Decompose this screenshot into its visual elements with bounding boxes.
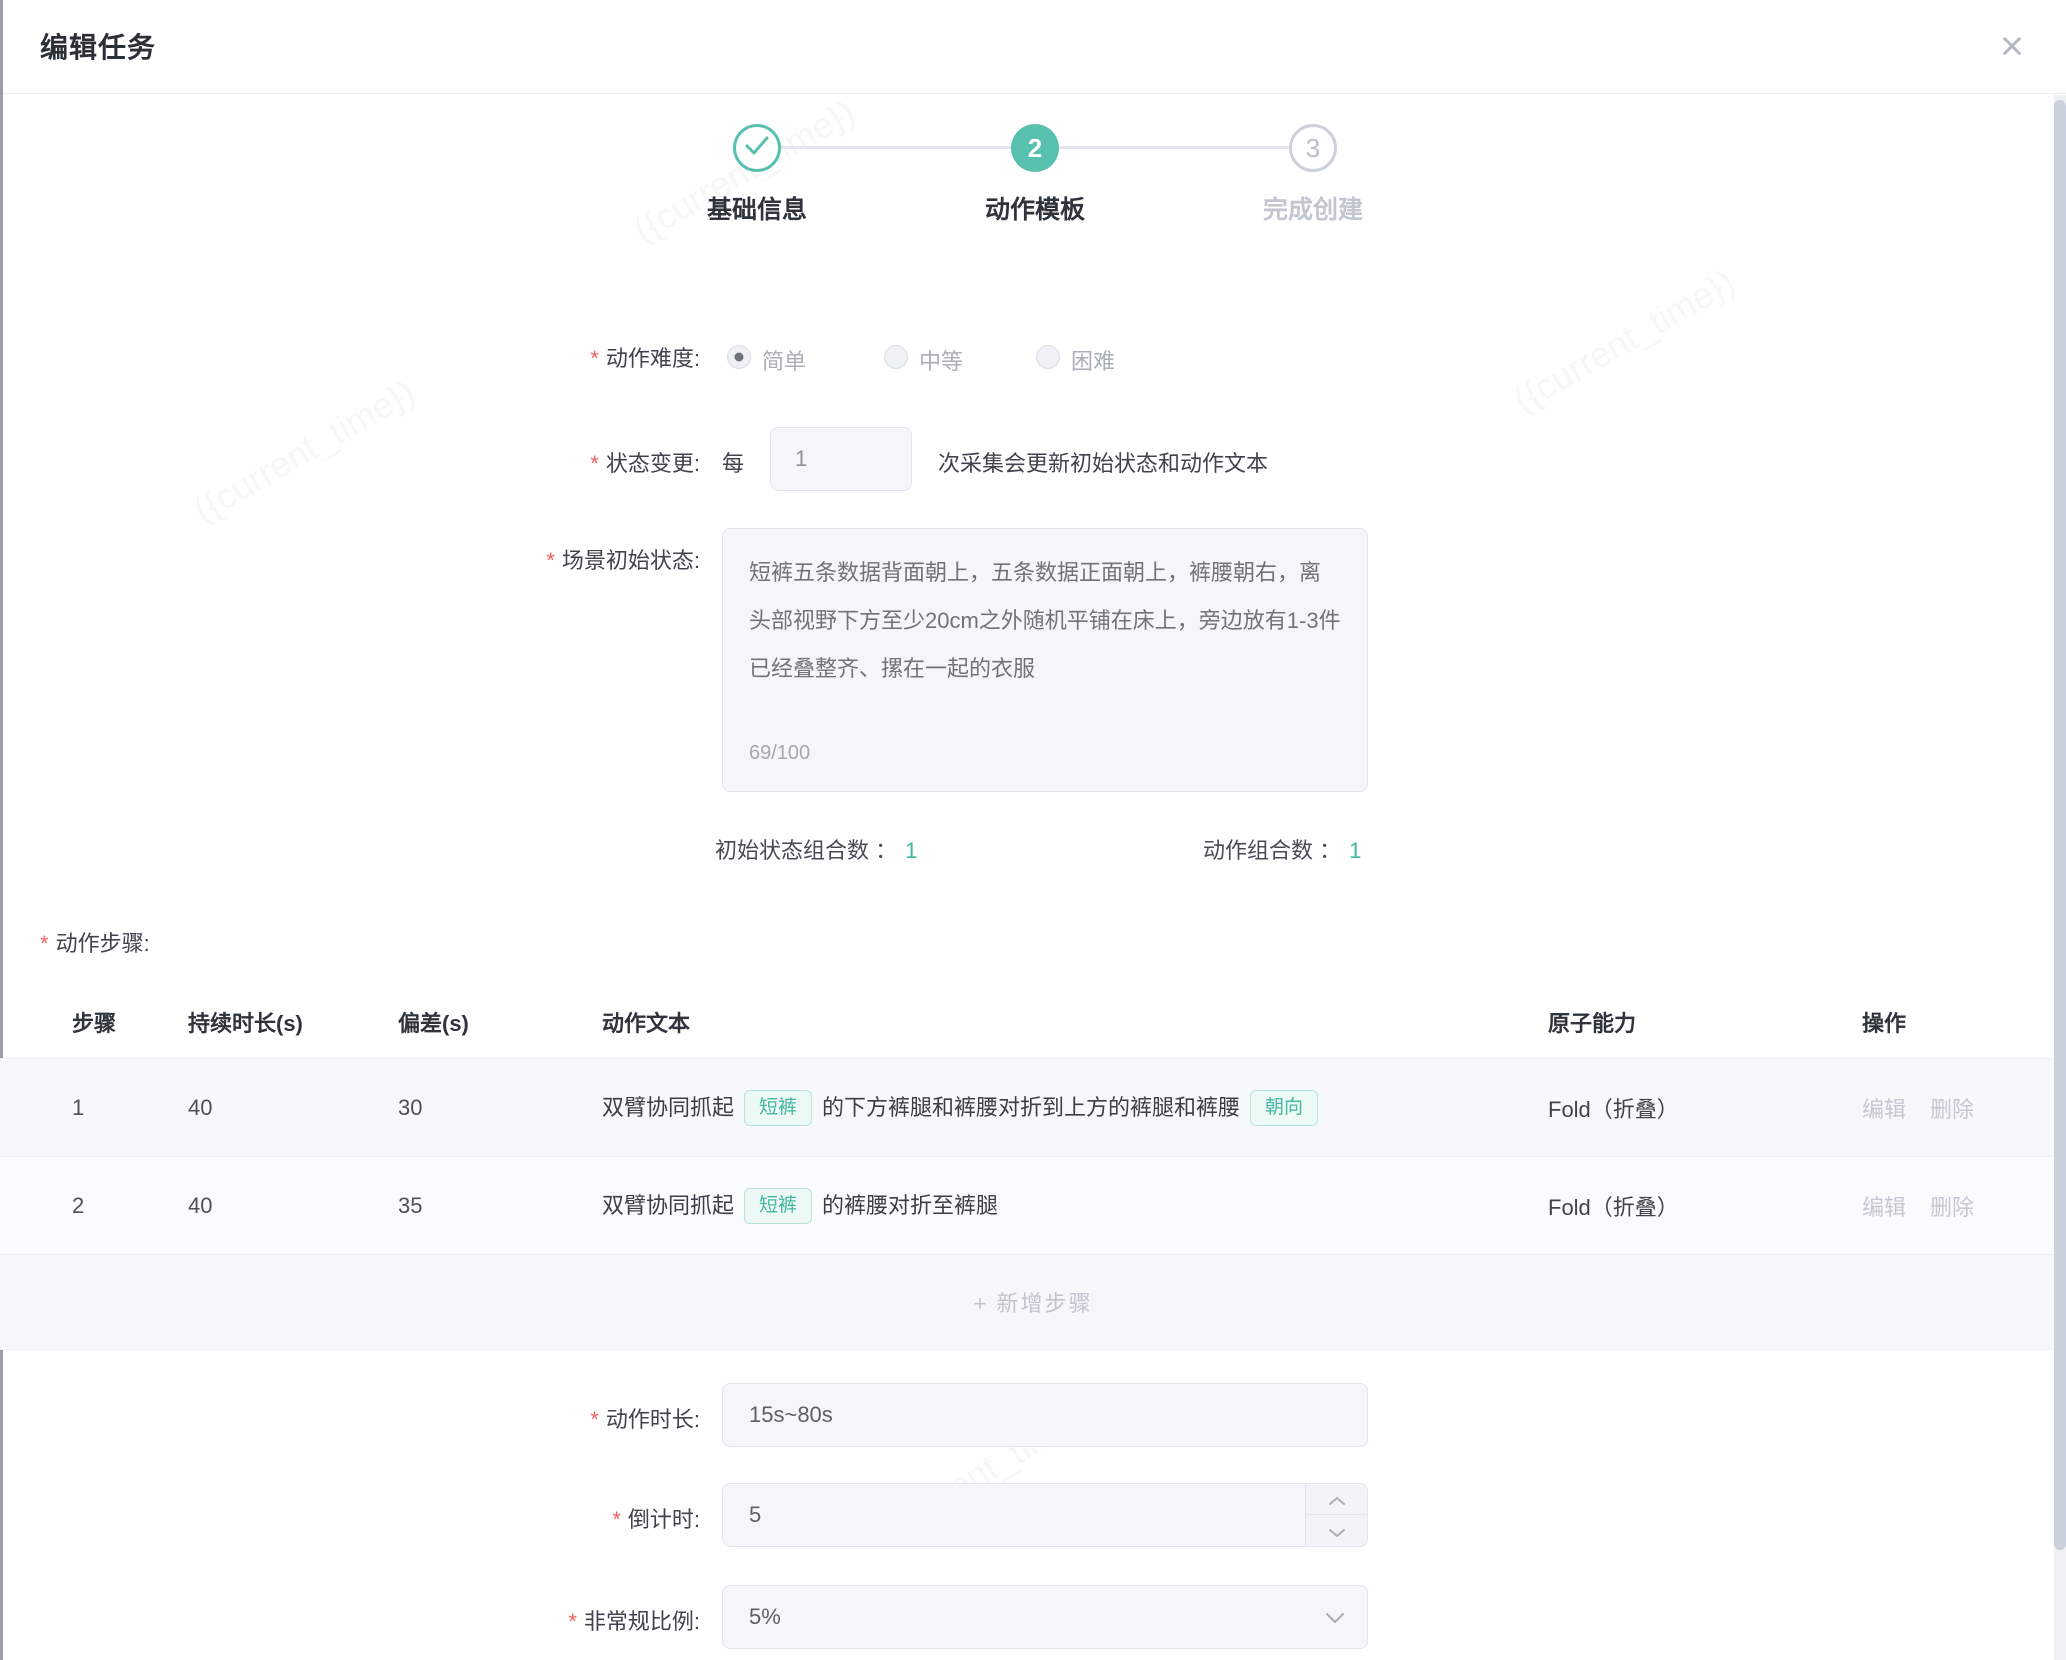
orientation-tag: 朝向	[1250, 1090, 1318, 1126]
dialog-header: 编辑任务 ×	[0, 0, 2066, 94]
increment-button[interactable]	[1306, 1484, 1367, 1515]
chevron-down-icon	[1325, 1604, 1345, 1630]
cell-action-text: 双臂协同抓起短裤的裤腰对折至裤腿	[602, 1188, 998, 1224]
char-counter: 69/100	[749, 729, 810, 777]
cell-deviation: 35	[398, 1193, 422, 1219]
radio-hard[interactable]	[1036, 345, 1060, 369]
initial-state-textarea[interactable]: 短裤五条数据背面朝上，五条数据正面朝上，裤腰朝右，离头部视野下方至少20cm之外…	[722, 528, 1368, 792]
step-2-circle[interactable]: 2	[1011, 124, 1059, 172]
radio-easy[interactable]	[727, 345, 751, 369]
action-combo-value: 1	[1349, 838, 1361, 863]
cell-deviation: 30	[398, 1095, 422, 1121]
action-combo-count: 动作组合数 ：1	[1203, 833, 1361, 865]
initial-state-text: 短裤五条数据背面朝上，五条数据正面朝上，裤腰朝右，离头部视野下方至少20cm之外…	[749, 560, 1341, 681]
required-marker: *	[40, 931, 49, 956]
state-change-suffix: 次采集会更新初始状态和动作文本	[938, 448, 1268, 480]
step-1-circle[interactable]	[733, 124, 781, 172]
step-3-label: 完成创建	[1193, 190, 1433, 226]
cell-ability: Fold（折叠）	[1548, 1190, 1679, 1222]
initial-combo-count: 初始状态组合数 ：1	[715, 833, 917, 865]
required-marker: *	[590, 1407, 599, 1432]
required-marker: *	[612, 1507, 621, 1532]
state-change-input[interactable]: 1	[770, 427, 912, 491]
state-change-prefix: 每	[722, 448, 744, 480]
step-2-label: 动作模板	[915, 190, 1155, 226]
difficulty-label: *动作难度:	[0, 343, 700, 375]
header-duration: 持续时长(s)	[188, 1006, 303, 1038]
scrollbar-thumb[interactable]	[2054, 100, 2066, 1550]
step-connector	[1059, 146, 1289, 149]
table-row: 2 40 35 双臂协同抓起短裤的裤腰对折至裤腿 Fold（折叠） 编辑删除	[0, 1156, 2066, 1255]
table-header: 步骤 持续时长(s) 偏差(s) 动作文本 原子能力 操作	[0, 985, 2066, 1058]
radio-medium-label[interactable]: 中等	[919, 344, 963, 376]
radio-hard-label[interactable]: 困难	[1071, 344, 1115, 376]
initial-combo-value: 1	[905, 838, 917, 863]
chevron-up-icon	[1328, 1486, 1346, 1512]
radio-selected-dot	[735, 353, 744, 362]
duration-label: *动作时长:	[0, 1404, 700, 1436]
object-tag: 短裤	[744, 1090, 812, 1126]
header-step: 步骤	[72, 1006, 116, 1038]
header-ability: 原子能力	[1548, 1006, 1636, 1038]
delete-link[interactable]: 删除	[1930, 1097, 1974, 1122]
step-connector	[781, 146, 1011, 149]
delete-link[interactable]: 删除	[1930, 1195, 1974, 1220]
cell-operations: 编辑删除	[1862, 1092, 1974, 1124]
initial-state-label: *场景初始状态:	[0, 545, 700, 577]
chevron-down-icon	[1328, 1518, 1346, 1544]
cell-operations: 编辑删除	[1862, 1190, 1974, 1222]
cell-duration: 40	[188, 1193, 212, 1219]
cell-step: 2	[72, 1193, 84, 1219]
decrement-button[interactable]	[1306, 1515, 1367, 1546]
step-3-number: 3	[1306, 133, 1320, 164]
close-icon[interactable]: ×	[1984, 18, 2040, 74]
watermark-text: ({current_time})	[1506, 261, 1742, 421]
header-operations: 操作	[1862, 1006, 1906, 1038]
cell-action-text: 双臂协同抓起短裤的下方裤腿和裤腰对折到上方的裤腿和裤腰朝向	[602, 1090, 1328, 1126]
unusual-ratio-label: *非常规比例:	[0, 1606, 700, 1638]
radio-medium[interactable]	[884, 345, 908, 369]
add-step-button[interactable]: + 新增步骤	[0, 1286, 2066, 1318]
add-step-row: + 新增步骤	[0, 1254, 2066, 1350]
required-marker: *	[590, 346, 599, 371]
duration-input[interactable]: 15s~80s	[722, 1383, 1368, 1447]
state-change-label: *状态变更:	[0, 448, 700, 480]
step-2-number: 2	[1028, 133, 1042, 164]
object-tag: 短裤	[744, 1188, 812, 1224]
number-spinner	[1305, 1484, 1367, 1546]
cell-duration: 40	[188, 1095, 212, 1121]
countdown-label: *倒计时:	[0, 1504, 700, 1536]
countdown-input[interactable]: 5	[722, 1483, 1368, 1547]
cell-ability: Fold（折叠）	[1548, 1092, 1679, 1124]
required-marker: *	[590, 451, 599, 476]
required-marker: *	[546, 548, 555, 573]
edit-link[interactable]: 编辑	[1862, 1195, 1906, 1220]
header-deviation: 偏差(s)	[398, 1006, 469, 1038]
dialog-title: 编辑任务	[40, 26, 156, 66]
action-steps-label: *动作步骤:	[40, 928, 150, 960]
step-3-circle[interactable]: 3	[1289, 124, 1337, 172]
required-marker: *	[568, 1609, 577, 1634]
radio-easy-label[interactable]: 简单	[762, 344, 806, 376]
unusual-ratio-select[interactable]: 5%	[722, 1585, 1368, 1649]
watermark-text: ({current_time})	[626, 91, 862, 251]
cell-step: 1	[72, 1095, 84, 1121]
check-icon	[744, 135, 770, 162]
step-1-label: 基础信息	[637, 190, 877, 226]
edit-link[interactable]: 编辑	[1862, 1097, 1906, 1122]
header-action-text: 动作文本	[602, 1006, 690, 1038]
table-row: 1 40 30 双臂协同抓起短裤的下方裤腿和裤腰对折到上方的裤腿和裤腰朝向 Fo…	[0, 1058, 2066, 1157]
